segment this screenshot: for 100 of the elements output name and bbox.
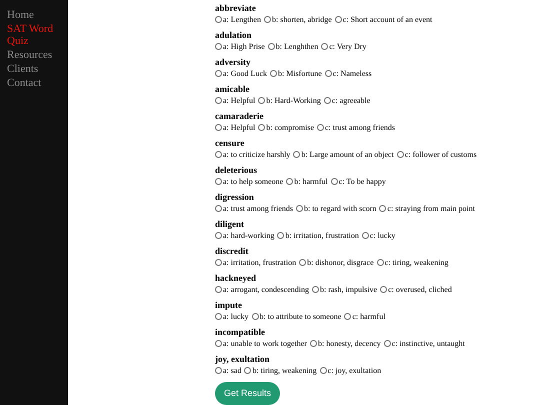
radio-button[interactable]	[324, 70, 332, 77]
answer-option[interactable]: c: Nameless	[324, 68, 372, 79]
nav-link[interactable]: SAT Word Quiz	[7, 23, 61, 47]
radio-button[interactable]	[268, 42, 275, 50]
radio-button[interactable]	[215, 124, 222, 131]
answer-option[interactable]: a: High Prise	[215, 40, 265, 52]
nav-link[interactable]: Contact	[7, 77, 61, 89]
answer-option[interactable]: a: Good Luck	[215, 68, 267, 79]
radio-button[interactable]	[334, 16, 342, 23]
answer-option[interactable]: a: lucky	[215, 310, 249, 322]
radio-button[interactable]	[286, 178, 294, 185]
answer-option[interactable]: c: trust among friends	[317, 122, 395, 133]
answer-option[interactable]: a: unable to work together	[215, 338, 307, 349]
question-word: adulation	[215, 30, 253, 41]
get-results-button[interactable]: Get Results	[215, 382, 280, 405]
question-word: camaraderie	[215, 110, 264, 122]
answer-option[interactable]: b: to regard with scorn	[296, 202, 376, 214]
answer-option[interactable]: a: Helpful	[215, 94, 256, 106]
answer-option[interactable]: b: Large amount of an object	[293, 148, 394, 160]
answer-option[interactable]: b: dishonor, disgrace	[299, 256, 374, 268]
answer-option[interactable]: b: Misfortune	[270, 68, 322, 79]
question-word: abbreviate	[215, 3, 257, 14]
answer-option[interactable]: b: compromise	[258, 122, 314, 133]
answer-option[interactable]: c: straying from main point	[379, 202, 475, 214]
answer-option[interactable]: a: trust among friends	[215, 202, 293, 214]
radio-button[interactable]	[396, 150, 404, 158]
answer-option[interactable]: c: lucky	[362, 230, 396, 241]
radio-button[interactable]	[296, 204, 303, 212]
radio-button[interactable]	[215, 340, 222, 347]
question-word: impute	[215, 300, 243, 311]
radio-button[interactable]	[215, 16, 222, 23]
answer-option[interactable]: a: sad	[215, 364, 242, 376]
answer-option[interactable]: c: follower of customs	[396, 148, 477, 160]
nav-link[interactable]: Resources	[7, 49, 61, 61]
answer-option[interactable]: b: honesty, decency	[310, 338, 381, 349]
answer-option[interactable]: a: arrogant, condescending	[215, 284, 309, 295]
radio-button[interactable]	[215, 366, 222, 374]
radio-button[interactable]	[215, 232, 222, 239]
radio-button[interactable]	[277, 232, 284, 239]
answer-option[interactable]: c: Very Dry	[321, 40, 366, 52]
radio-button[interactable]	[215, 286, 222, 293]
radio-button[interactable]	[320, 366, 327, 374]
radio-button[interactable]	[244, 366, 252, 374]
radio-button[interactable]	[258, 124, 266, 131]
answer-option[interactable]: b: harmful	[286, 176, 328, 187]
radio-button[interactable]	[321, 42, 328, 50]
answer-option[interactable]: a: to help someone	[215, 176, 284, 187]
radio-button[interactable]	[215, 312, 222, 320]
answer-option[interactable]: b: to attribute to someone	[252, 310, 342, 322]
question-word: digression	[215, 192, 255, 203]
answer-option[interactable]: a: Helpful	[215, 122, 256, 133]
radio-button[interactable]	[310, 340, 317, 347]
nav-link[interactable]: Home	[7, 9, 61, 21]
radio-button[interactable]	[293, 150, 300, 158]
radio-button[interactable]	[344, 312, 352, 320]
radio-button[interactable]	[380, 286, 388, 293]
radio-button[interactable]	[312, 286, 319, 293]
radio-button[interactable]	[215, 204, 222, 212]
answer-option[interactable]: c: tiring, weakening	[376, 256, 448, 268]
answer-option[interactable]: b: rash, impulsive	[312, 284, 378, 295]
radio-button[interactable]	[317, 124, 324, 131]
answer-option[interactable]: a: irritation, frustration	[215, 256, 296, 268]
question-word: diligent	[215, 218, 246, 230]
radio-button[interactable]	[258, 96, 266, 104]
radio-button[interactable]	[270, 70, 277, 77]
nav-link[interactable]: Clients	[7, 63, 61, 75]
answer-option[interactable]: b: Hard-Working	[258, 94, 321, 106]
answer-option[interactable]: c: To be happy	[330, 176, 386, 187]
answer-option[interactable]: a: hard-working	[215, 230, 274, 241]
answer-option[interactable]: c: Short account of an event	[334, 14, 432, 25]
radio-button[interactable]	[379, 204, 386, 212]
question-word: hackneyed	[215, 272, 258, 284]
radio-button[interactable]	[324, 96, 331, 104]
radio-button[interactable]	[215, 178, 222, 185]
radio-button[interactable]	[376, 258, 384, 266]
radio-button[interactable]	[252, 312, 259, 320]
answer-option[interactable]: c: overused, cliched	[380, 284, 452, 295]
radio-button[interactable]	[215, 96, 222, 104]
radio-button[interactable]	[215, 150, 222, 158]
answer-option[interactable]: a: Lengthen	[215, 14, 261, 25]
answer-option[interactable]: c: agreeable	[324, 94, 370, 106]
answer-option[interactable]: c: joy, exultation	[320, 364, 382, 376]
answer-option[interactable]: b: tiring, weakening	[244, 364, 317, 376]
answer-option[interactable]: c: harmful	[344, 310, 386, 322]
question-word: amicable	[215, 84, 250, 95]
radio-button[interactable]	[299, 258, 306, 266]
question-word: deleterious	[215, 164, 258, 176]
answer-option[interactable]: b: shorten, abridge	[264, 14, 332, 25]
answer-option[interactable]: b: irritation, frustration	[277, 230, 359, 241]
answer-option[interactable]: b: Lenghthen	[268, 40, 318, 52]
radio-button[interactable]	[264, 16, 271, 23]
answer-option[interactable]: a: to criticize harshly	[215, 148, 290, 160]
radio-button[interactable]	[215, 258, 222, 266]
radio-button[interactable]	[330, 178, 338, 185]
answer-option[interactable]: c: instinctive, untaught	[384, 338, 465, 349]
radio-button[interactable]	[362, 232, 369, 239]
radio-button[interactable]	[384, 340, 391, 347]
radio-button[interactable]	[215, 42, 222, 50]
radio-button[interactable]	[215, 70, 222, 77]
question-word: censure	[215, 138, 246, 149]
